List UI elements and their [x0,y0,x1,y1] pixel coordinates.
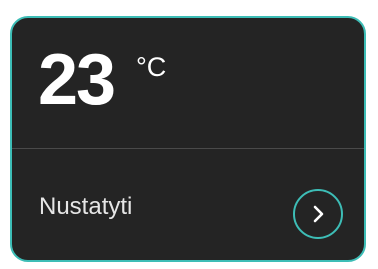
open-settings-button[interactable] [293,189,343,239]
temperature-value: 23 [38,40,116,120]
temperature-card: 23 °C Nustatyti [10,16,366,262]
settings-label: Nustatyti [39,193,133,220]
chevron-right-icon [311,204,325,224]
settings-row[interactable]: Nustatyti [12,149,364,260]
temperature-unit: °C [136,52,167,82]
temperature-display: 23 °C [12,18,364,148]
